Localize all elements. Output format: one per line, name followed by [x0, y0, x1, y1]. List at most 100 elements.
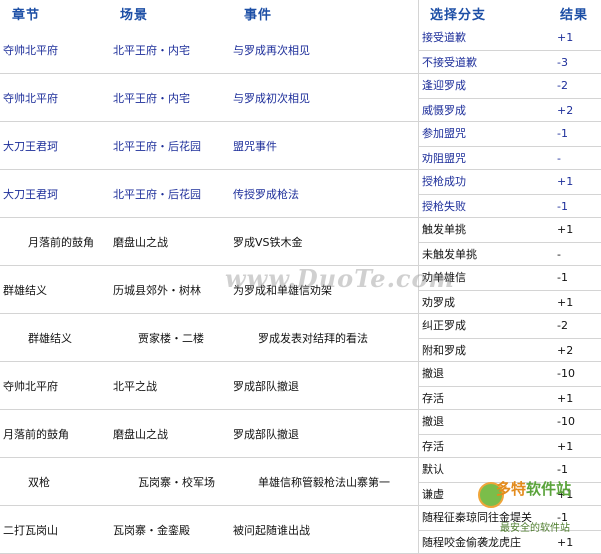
branch-label: 默认	[422, 463, 444, 476]
event-cell: 被问起随谁出战	[233, 523, 310, 537]
branch-result: +1	[557, 392, 574, 405]
branch-options: 接受道歉 +1 不接受道歉 -3	[419, 26, 601, 73]
branch-result: -10	[557, 415, 575, 428]
branch-option: 劝罗成 +1	[419, 290, 601, 314]
branch-label: 授枪失败	[422, 200, 466, 213]
table-row: 月落前的鼓角 磨盘山之战 罗成VS铁木金 触发单挑 +1 未触发单挑 -	[0, 218, 601, 266]
scene-cell: 北平王府・内宅	[113, 91, 190, 105]
branch-result: -1	[557, 271, 568, 284]
branch-result: +1	[557, 440, 574, 453]
scene-cell: 瓦岗寨・校军场	[138, 475, 215, 489]
event-cell: 传授罗成枪法	[233, 187, 299, 201]
scene-cell: 磨盘山之战	[113, 427, 168, 441]
chapter-cell: 夺帅北平府	[3, 43, 58, 57]
scene-cell: 磨盘山之战	[113, 235, 168, 249]
scene-cell: 瓦岗寨・金銮殿	[113, 523, 190, 537]
event-cell: 与罗成初次相见	[233, 91, 310, 105]
branch-option: 存活 +1	[419, 386, 601, 410]
branch-label: 存活	[422, 440, 444, 453]
branch-option: 附和罗成 +2	[419, 338, 601, 362]
event-cell: 罗成VS铁木金	[233, 235, 303, 249]
branch-result: +2	[557, 344, 574, 357]
branch-label: 未触发单挑	[422, 248, 477, 261]
event-cell: 单雄信称管毅枪法山寨第一	[258, 475, 390, 489]
branch-option: 不接受道歉 -3	[419, 50, 601, 74]
chapter-cell: 双枪	[28, 475, 50, 489]
branch-result: +1	[557, 536, 574, 549]
header-event: 事件	[244, 8, 273, 23]
branch-label: 逢迎罗成	[422, 79, 466, 92]
branch-option: 撤退 -10	[419, 362, 601, 385]
event-cell: 盟咒事件	[233, 139, 277, 153]
branch-result: +1	[557, 175, 574, 188]
branch-option: 授枪失败 -1	[419, 194, 601, 218]
table-row: 夺帅北平府 北平王府・内宅 与罗成初次相见 逢迎罗成 -2 威慑罗成 +2	[0, 74, 601, 122]
branch-result: -2	[557, 319, 568, 332]
branch-label: 谦虚	[422, 488, 444, 501]
branch-result: -1	[557, 127, 568, 140]
branch-options: 参加盟咒 -1 劝阻盟咒 -	[419, 122, 601, 169]
table-row: 夺帅北平府 北平王府・内宅 与罗成再次相见 接受道歉 +1 不接受道歉 -3	[0, 26, 601, 74]
branch-result: +1	[557, 223, 574, 236]
table-row: 大刀王君珂 北平王府・后花园 传授罗成枪法 授枪成功 +1 授枪失败 -1	[0, 170, 601, 218]
branch-label: 随程咬金偷袭龙虎庄	[422, 536, 521, 549]
branch-options: 授枪成功 +1 授枪失败 -1	[419, 170, 601, 217]
branch-option: 授枪成功 +1	[419, 170, 601, 193]
chapter-cell: 月落前的鼓角	[3, 427, 69, 441]
event-cell: 罗成部队撤退	[233, 379, 299, 393]
event-cell: 罗成部队撤退	[233, 427, 299, 441]
branch-label: 存活	[422, 392, 444, 405]
branch-label: 附和罗成	[422, 344, 466, 357]
chapter-cell: 群雄结义	[28, 331, 72, 345]
scene-cell: 历城县郊外・树林	[113, 283, 201, 297]
branch-result: -10	[557, 367, 575, 380]
branch-option: 接受道歉 +1	[419, 26, 601, 49]
branch-label: 接受道歉	[422, 31, 466, 44]
branch-options: 撤退 -10 存活 +1	[419, 410, 601, 457]
scene-cell: 北平之战	[113, 379, 157, 393]
scene-cell: 贾家楼・二楼	[138, 331, 204, 345]
table-row: 群雄结义 贾家楼・二楼 罗成发表对结拜的看法 纠正罗成 -2 附和罗成 +2	[0, 314, 601, 362]
chapter-cell: 大刀王君珂	[3, 139, 58, 153]
chapter-cell: 二打瓦岗山	[3, 523, 58, 537]
branch-label: 参加盟咒	[422, 127, 466, 140]
branch-option: 撤退 -10	[419, 410, 601, 433]
branch-result: +1	[557, 31, 574, 44]
table-header: 章节 场景 事件 选择分支 结果	[0, 0, 601, 26]
header-scene: 场景	[120, 8, 149, 23]
branch-result: -	[557, 248, 561, 261]
watermark-site: www.DuoTe.com	[225, 264, 455, 293]
branch-label: 触发单挑	[422, 223, 466, 236]
branch-label: 授枪成功	[422, 175, 466, 188]
branch-label: 劝阻盟咒	[422, 152, 466, 165]
branch-option: 劝阻盟咒 -	[419, 146, 601, 170]
branch-label: 撤退	[422, 415, 444, 428]
branch-label: 不接受道歉	[422, 56, 477, 69]
scene-cell: 北平王府・后花园	[113, 187, 201, 201]
chapter-cell: 夺帅北平府	[3, 91, 58, 105]
branch-option: 逢迎罗成 -2	[419, 74, 601, 97]
chapter-cell: 月落前的鼓角	[28, 235, 94, 249]
branch-options: 触发单挑 +1 未触发单挑 -	[419, 218, 601, 265]
watermark-logo-text: 多特软件站	[496, 480, 572, 498]
branch-option: 参加盟咒 -1	[419, 122, 601, 145]
branch-options: 逢迎罗成 -2 威慑罗成 +2	[419, 74, 601, 121]
branch-option: 触发单挑 +1	[419, 218, 601, 241]
branch-option: 存活 +1	[419, 434, 601, 458]
chapter-cell: 群雄结义	[3, 283, 47, 297]
branch-result: -1	[557, 200, 568, 213]
scene-cell: 北平王府・后花园	[113, 139, 201, 153]
branch-result: -2	[557, 79, 568, 92]
branch-options: 撤退 -10 存活 +1	[419, 362, 601, 409]
table-row: 大刀王君珂 北平王府・后花园 盟咒事件 参加盟咒 -1 劝阻盟咒 -	[0, 122, 601, 170]
header-result: 结果	[560, 8, 589, 23]
branch-option: 威慑罗成 +2	[419, 98, 601, 122]
branch-result: -	[557, 152, 561, 165]
branch-result: +2	[557, 104, 574, 117]
chapter-cell: 大刀王君珂	[3, 187, 58, 201]
branch-label: 威慑罗成	[422, 104, 466, 117]
branch-result: -3	[557, 56, 568, 69]
branch-label: 劝罗成	[422, 296, 455, 309]
branch-option: 未触发单挑 -	[419, 242, 601, 266]
branch-options: 纠正罗成 -2 附和罗成 +2	[419, 314, 601, 361]
